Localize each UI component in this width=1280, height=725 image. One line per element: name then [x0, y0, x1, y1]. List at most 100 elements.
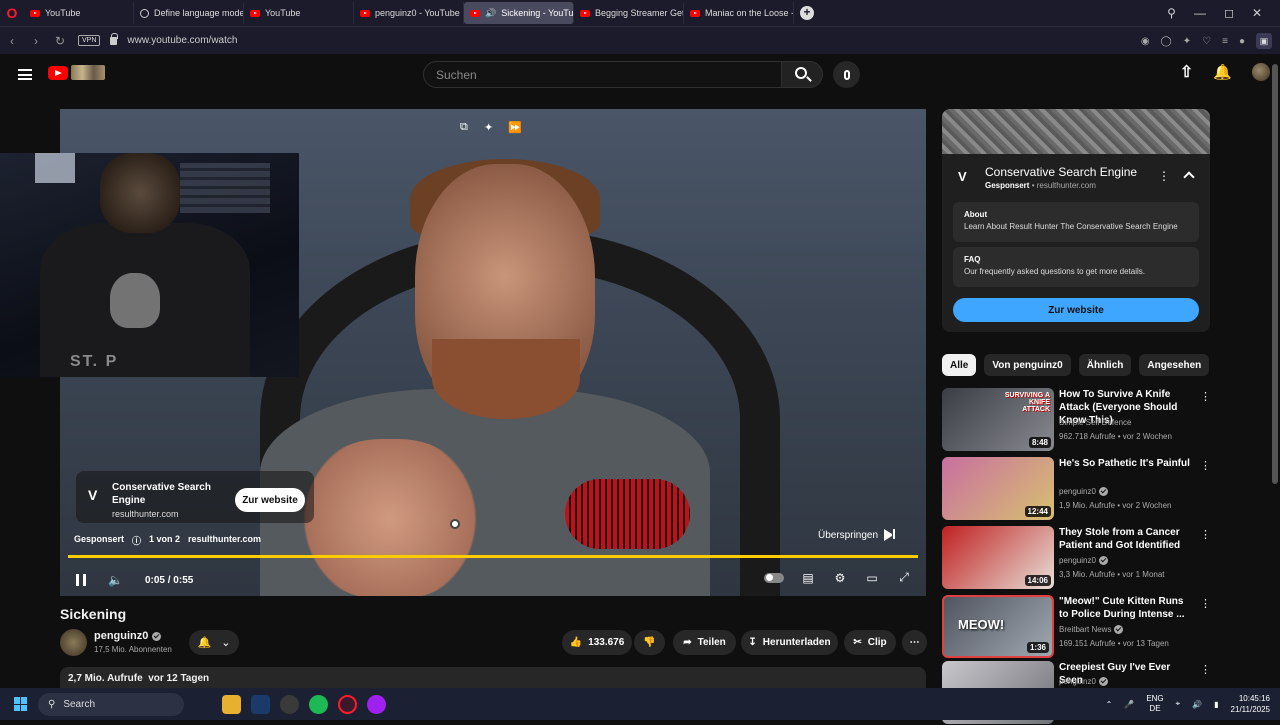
windows-start-icon[interactable] [14, 697, 28, 711]
related-channel[interactable]: penguinz0 [1059, 677, 1108, 686]
upload-icon[interactable]: ⇧ [1180, 62, 1193, 82]
account-avatar[interactable] [1252, 63, 1270, 81]
next-icon[interactable]: ⏩ [508, 121, 522, 134]
dislike-button[interactable]: 👎 [634, 630, 665, 655]
notifications-bell-icon[interactable]: 🔔 [1213, 63, 1232, 81]
theater-mode-icon[interactable]: ▭ [864, 571, 880, 585]
like-button[interactable]: 👍 133.676 [562, 630, 632, 655]
vpn-badge[interactable]: VPN [78, 35, 101, 46]
clock[interactable]: 10:45:16 21/11/2025 [1231, 693, 1270, 715]
related-channel[interactable]: penguinz0 [1059, 556, 1108, 565]
search-tabs-icon[interactable]: ⚲ [1167, 6, 1176, 20]
scrollbar-thumb[interactable] [1272, 64, 1278, 484]
related-menu-icon[interactable]: ⋮ [1200, 459, 1211, 472]
volume-tray-icon[interactable]: 🔊 [1192, 700, 1202, 709]
opera-sidebar-icon[interactable]: ▣ [1256, 33, 1272, 49]
file-explorer-icon[interactable] [222, 694, 241, 714]
steam-icon[interactable] [251, 694, 270, 714]
chip-all[interactable]: Alle [942, 354, 977, 376]
camera-icon[interactable]: ◉ [1141, 36, 1150, 47]
chip-related[interactable]: Ähnlich [1078, 354, 1132, 376]
sidebar-ad-website-button[interactable]: Zur website [953, 298, 1199, 322]
youtube-logo-icon[interactable] [48, 66, 68, 80]
browser-tab[interactable]: penguinz0 - YouTube [354, 2, 464, 24]
browser-tab[interactable]: 🔊 Sickening - YouTube [464, 2, 574, 24]
forward-icon[interactable]: › [24, 34, 48, 48]
volume-icon[interactable]: 🔈 [108, 573, 123, 587]
subtitles-icon[interactable]: ▤ [800, 571, 816, 585]
tray-chevron-icon[interactable]: ⌃ [1106, 700, 1113, 709]
lock-icon[interactable] [110, 32, 119, 45]
browser-tab[interactable]: YouTube [244, 2, 354, 24]
sidebar-ad-title[interactable]: Conservative Search Engine [985, 165, 1137, 179]
hamburger-menu-icon[interactable] [18, 69, 32, 80]
spotify-icon[interactable] [309, 694, 328, 714]
speaker-icon[interactable]: 🔊 [485, 8, 496, 19]
related-menu-icon[interactable]: ⋮ [1200, 528, 1211, 541]
browser-tab[interactable]: Begging Streamer Gets Ca [574, 2, 684, 24]
related-video-item[interactable]: 14:06 They Stole from a Cancer Patient an… [942, 526, 1212, 590]
github-icon[interactable] [280, 694, 299, 714]
related-title[interactable]: They Stole from a Cancer Patient and Got… [1059, 526, 1194, 552]
skip-ad-button[interactable]: Überspringen [818, 529, 896, 541]
channel-name[interactable]: penguinz0 [94, 630, 162, 642]
back-icon[interactable]: ‹ [0, 34, 24, 48]
settings-gear-icon[interactable]: ⚙ [832, 571, 848, 585]
related-menu-icon[interactable]: ⋮ [1200, 390, 1211, 403]
voice-search-button[interactable] [833, 61, 860, 88]
microphone-tray-icon[interactable]: 🎤 [1124, 700, 1134, 709]
chip-from-channel[interactable]: Von penguinz0 [984, 354, 1071, 376]
search-button[interactable] [781, 61, 823, 88]
maximize-icon[interactable]: ◻ [1224, 6, 1234, 20]
related-channel[interactable]: Simple Self Defence [1059, 418, 1131, 427]
related-channel[interactable]: Breitbart News [1059, 625, 1124, 634]
pause-icon[interactable] [76, 574, 86, 586]
related-video-item[interactable]: MEOW! 1:36 "Meow!" Cute Kitten Runs to Pol… [942, 595, 1212, 659]
miniplayer-icon[interactable]: ⧉ [460, 121, 472, 133]
heart-icon[interactable]: ♡ [1202, 36, 1211, 47]
clip-button[interactable]: ✂ Clip [844, 630, 896, 655]
browser-tab[interactable]: Maniac on the Loose - Yo [684, 2, 794, 24]
info-icon[interactable]: ⓘ [132, 534, 141, 547]
sidebar-ad-menu-icon[interactable]: ⋮ [1158, 169, 1170, 183]
browser-tab[interactable]: Define language model [134, 2, 244, 24]
related-title[interactable]: "Meow!" Cute Kitten Runs to Police Durin… [1059, 595, 1194, 621]
related-video-item[interactable]: SURVIVING A KNIFE ATTACK 8:48 How To Survi… [942, 388, 1212, 452]
browser-tab[interactable]: YouTube [24, 2, 134, 24]
related-menu-icon[interactable]: ⋮ [1200, 663, 1211, 676]
language-indicator[interactable]: ENG DE [1146, 694, 1163, 714]
ad-website-button[interactable]: Zur website [235, 488, 305, 512]
channel-name-text[interactable]: penguinz0 [94, 630, 148, 642]
related-thumbnail[interactable]: 14:06 [942, 526, 1054, 589]
sidebar-ad-faq[interactable]: FAQ Our frequently asked questions to ge… [953, 247, 1199, 287]
ai-icon[interactable]: ✦ [484, 121, 496, 134]
chip-watched[interactable]: Angesehen [1139, 354, 1210, 376]
download-button[interactable]: ↧ Herunterladen [741, 630, 838, 655]
battery-icon[interactable]: ▮ [1214, 700, 1218, 709]
related-channel[interactable]: penguinz0 [1059, 487, 1108, 496]
related-menu-icon[interactable]: ⋮ [1200, 597, 1211, 610]
reload-icon[interactable]: ↻ [48, 34, 72, 48]
url-field[interactable]: www.youtube.com/watch [127, 35, 237, 46]
autoplay-toggle[interactable] [764, 572, 784, 583]
related-video-item[interactable]: 12:44 He's So Pathetic It's Painful pengui… [942, 457, 1212, 521]
related-thumbnail[interactable]: SURVIVING A KNIFE ATTACK 8:48 [942, 388, 1054, 451]
shield-icon[interactable]: ◯ [1161, 36, 1172, 47]
extensions-icon[interactable]: ✦ [1183, 36, 1191, 47]
more-actions-button[interactable]: ⋯ [902, 630, 927, 655]
related-thumbnail[interactable]: MEOW! 1:36 [942, 595, 1054, 658]
youtube-doodle[interactable] [71, 65, 105, 80]
close-icon[interactable]: ✕ [1252, 6, 1262, 20]
profile-icon[interactable]: ● [1239, 36, 1245, 47]
related-title[interactable]: He's So Pathetic It's Painful [1059, 457, 1194, 470]
menu-icon[interactable]: ≡ [1222, 36, 1228, 47]
opera-logo-icon[interactable]: O [0, 0, 24, 26]
channel-avatar[interactable] [60, 629, 87, 656]
network-icon[interactable]: ⌖ [1176, 699, 1181, 709]
opera-icon[interactable] [338, 694, 357, 714]
share-button[interactable]: ➦ Teilen [673, 630, 736, 655]
collapse-chevron-icon[interactable] [1183, 171, 1195, 183]
ad-banner-image[interactable] [942, 109, 1210, 154]
related-thumbnail[interactable]: 12:44 [942, 457, 1054, 520]
ad-progress-bar[interactable] [68, 555, 918, 558]
